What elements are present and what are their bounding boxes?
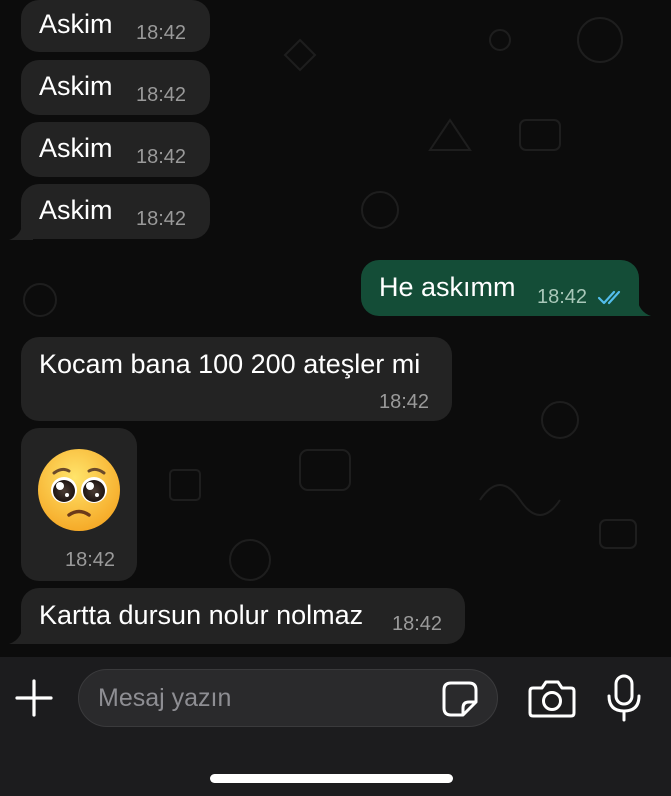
message-text: Kocam bana 100 200 ateşler mi <box>39 349 421 379</box>
message-time: 18:42 <box>136 84 187 106</box>
message-time: 18:42 <box>65 549 116 571</box>
double-check-icon <box>597 290 621 305</box>
sticker-icon[interactable] <box>441 680 479 718</box>
chat-area[interactable]: Askim 18:42 Askim 18:42 Askim 18:42 Aski… <box>0 0 671 657</box>
message-text: Askim <box>39 133 113 163</box>
home-indicator[interactable] <box>210 774 453 783</box>
message-time: 18:42 <box>537 286 588 308</box>
message-time: 18:42 <box>136 22 187 44</box>
message-bubble-incoming[interactable]: Kocam bana 100 200 ateşler mi 18:42 <box>21 337 452 421</box>
pleading-face-emoji-icon <box>38 449 120 531</box>
bubble-tail <box>9 222 33 240</box>
message-text: Askim <box>39 9 113 39</box>
message-bubble-incoming[interactable]: Askim 18:42 <box>21 0 210 52</box>
plus-icon[interactable] <box>14 678 54 718</box>
message-bubble-incoming[interactable]: Askim 18:42 <box>21 122 210 177</box>
message-time: 18:42 <box>136 146 187 168</box>
message-time: 18:42 <box>136 208 187 230</box>
message-text: He askımm <box>379 272 516 302</box>
bubble-tail <box>627 298 651 316</box>
message-time: 18:42 <box>379 391 430 413</box>
message-bubble-outgoing[interactable]: He askımm 18:42 <box>361 260 639 316</box>
bubble-tail <box>9 626 33 644</box>
message-input-placeholder: Mesaj yazın <box>98 684 232 712</box>
message-bubble-incoming[interactable]: Kartta dursun nolur nolmaz 18:42 <box>21 588 465 644</box>
message-bubble-incoming[interactable]: 18:42 <box>21 428 137 581</box>
mic-icon[interactable] <box>606 674 642 722</box>
message-text: Askim <box>39 195 113 225</box>
message-time: 18:42 <box>392 613 443 635</box>
message-bubble-incoming[interactable]: Askim 18:42 <box>21 60 210 115</box>
message-bubble-incoming[interactable]: Askim 18:42 <box>21 184 210 239</box>
camera-icon[interactable] <box>528 678 576 718</box>
message-text: Askim <box>39 71 113 101</box>
message-text: Kartta dursun nolur nolmaz <box>39 600 364 630</box>
